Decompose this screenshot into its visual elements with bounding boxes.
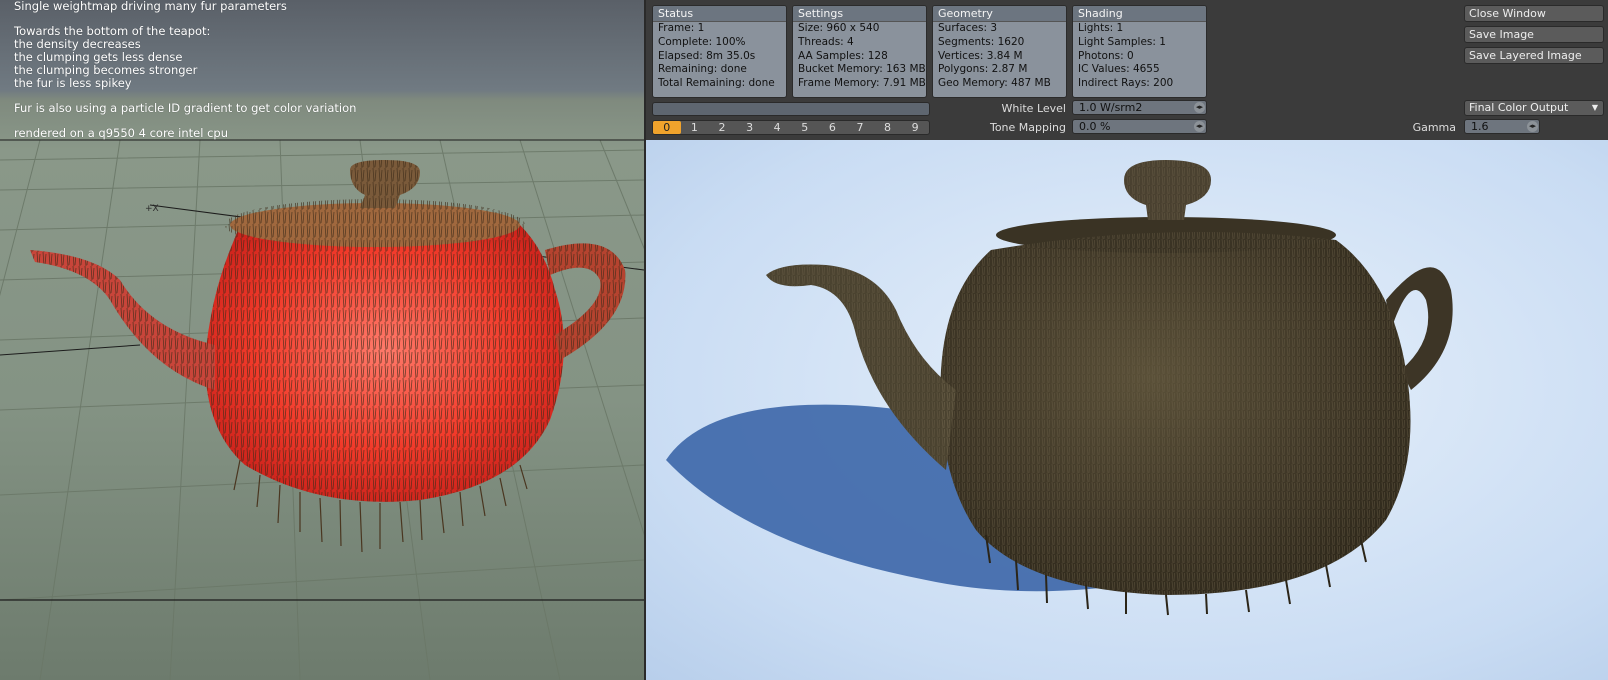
settings-panel: Settings Size: 960 x 540 Threads: 4 AA S… [792,5,927,98]
settings-threads: Threads: 4 [798,35,854,48]
pivot-label: +X [145,204,159,214]
gamma-value: 1.6 [1471,120,1489,133]
shading-lights: Lights: 1 [1078,22,1124,34]
note-line: Fur is also using a particle ID gradient… [14,101,357,115]
gamma-label: Gamma [1412,121,1456,134]
viewport-notes: Single weightmap driving many fur parame… [14,0,356,140]
buffer-slot[interactable]: 2 [708,121,736,134]
chevron-down-icon: ▼ [1591,103,1598,112]
render-buffer-selector: 0 1 2 3 4 5 6 7 8 9 [652,120,930,135]
output-select[interactable]: Final Color Output ▼ [1464,100,1604,116]
buffer-slot[interactable]: 1 [681,121,709,134]
status-elapsed: Elapsed: 8m 35.0s [658,49,756,62]
status-total-remaining: Total Remaining: done [658,77,775,90]
close-window-button[interactable]: Close Window [1464,5,1604,22]
geometry-memory: Geo Memory: 487 MB [938,77,1051,90]
settings-frame-memory: Frame Memory: 7.91 MB [798,77,926,90]
status-complete: Complete: 100% [658,35,746,48]
tone-mapping-stepper-icon[interactable]: ◂▸ [1194,121,1205,132]
shading-panel: Shading Lights: 1 Light Samples: 1 Photo… [1072,5,1207,98]
render-progress-bar [652,102,930,116]
settings-aa-samples: AA Samples: 128 [798,49,888,62]
status-panel: Status Frame: 1 Complete: 100% Elapsed: … [652,5,787,98]
geometry-segments: Segments: 1620 [938,35,1025,48]
note-line: Single weightmap driving many fur parame… [14,0,287,13]
tone-mapping-value: 0.0 % [1079,120,1111,133]
settings-size: Size: 960 x 540 [798,22,880,34]
shading-indirect-rays: Indirect Rays: 200 [1078,77,1174,90]
buffer-slot[interactable]: 3 [736,121,764,134]
geometry-surfaces: Surfaces: 3 [938,22,998,34]
note-line: the fur is less spikey [14,76,132,90]
gamma-stepper-icon[interactable]: ◂▸ [1527,121,1538,132]
shading-panel-title: Shading [1073,6,1206,22]
buffer-slot[interactable]: 7 [846,121,874,134]
status-panel-title: Status [653,6,786,22]
white-level-stepper-icon[interactable]: ◂▸ [1194,102,1205,113]
shading-ic-values: IC Values: 4655 [1078,63,1160,76]
rendered-teapot-image [646,140,1608,680]
render-image [646,140,1608,680]
save-layered-image-button[interactable]: Save Layered Image [1464,47,1604,64]
white-level-field[interactable]: 1.0 W/srm2 ◂▸ [1072,100,1207,115]
buffer-slot[interactable]: 6 [819,121,847,134]
gamma-field[interactable]: 1.6 ◂▸ [1464,119,1540,134]
buffer-slot[interactable]: 4 [763,121,791,134]
output-select-value: Final Color Output [1469,101,1569,114]
geometry-vertices: Vertices: 3.84 M [938,49,1023,62]
white-level-label: White Level [1001,102,1066,115]
save-image-button[interactable]: Save Image [1464,26,1604,43]
note-line: rendered on a q9550 4 core intel cpu [14,126,228,140]
geometry-panel: Geometry Surfaces: 3 Segments: 1620 Vert… [932,5,1067,98]
settings-bucket-memory: Bucket Memory: 163 MB [798,63,926,76]
buffer-slot[interactable]: 8 [874,121,902,134]
geometry-panel-title: Geometry [933,6,1066,22]
render-window: Status Frame: 1 Complete: 100% Elapsed: … [644,0,1608,680]
render-controls: Status Frame: 1 Complete: 100% Elapsed: … [646,0,1608,140]
shading-light-samples: Light Samples: 1 [1078,35,1166,48]
shading-photons: Photons: 0 [1078,49,1134,62]
white-level-value: 1.0 W/srm2 [1079,101,1143,114]
buffer-slot[interactable]: 9 [901,121,929,134]
3d-viewport[interactable]: +X Single weightmap driving many fur par… [0,0,644,680]
buffer-slot[interactable]: 0 [653,121,681,134]
tone-mapping-label: Tone Mapping [989,121,1066,134]
status-remaining: Remaining: done [658,63,747,76]
tone-mapping-field[interactable]: 0.0 % ◂▸ [1072,119,1207,134]
status-frame: Frame: 1 [658,22,705,34]
buffer-slot[interactable]: 5 [791,121,819,134]
geometry-polygons: Polygons: 2.87 M [938,63,1028,76]
settings-panel-title: Settings [793,6,926,22]
